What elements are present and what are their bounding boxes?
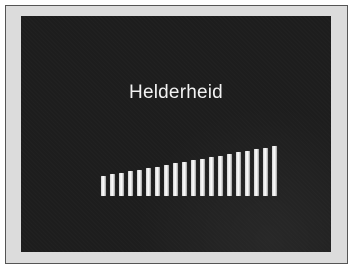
brightness-segment	[254, 149, 259, 196]
display-screen: Helderheid	[21, 16, 331, 252]
brightness-segment	[227, 153, 232, 196]
brightness-segment	[173, 163, 178, 196]
brightness-segment	[236, 152, 241, 196]
brightness-segment	[146, 168, 151, 196]
brightness-segment	[110, 174, 115, 196]
brightness-segment	[263, 147, 268, 196]
brightness-segment	[272, 146, 277, 196]
figure-frame: Helderheid	[5, 5, 348, 264]
brightness-segment	[119, 172, 124, 196]
brightness-segment	[200, 158, 205, 196]
brightness-segment	[245, 150, 250, 196]
brightness-level-meter	[101, 16, 281, 252]
brightness-segment	[164, 164, 169, 196]
brightness-segment	[182, 161, 187, 196]
brightness-segment	[218, 155, 223, 196]
brightness-segment	[137, 169, 142, 196]
brightness-segment	[191, 160, 196, 196]
brightness-segment	[155, 166, 160, 196]
brightness-segment	[128, 171, 133, 196]
brightness-segment	[101, 176, 106, 196]
brightness-segment	[209, 157, 214, 196]
